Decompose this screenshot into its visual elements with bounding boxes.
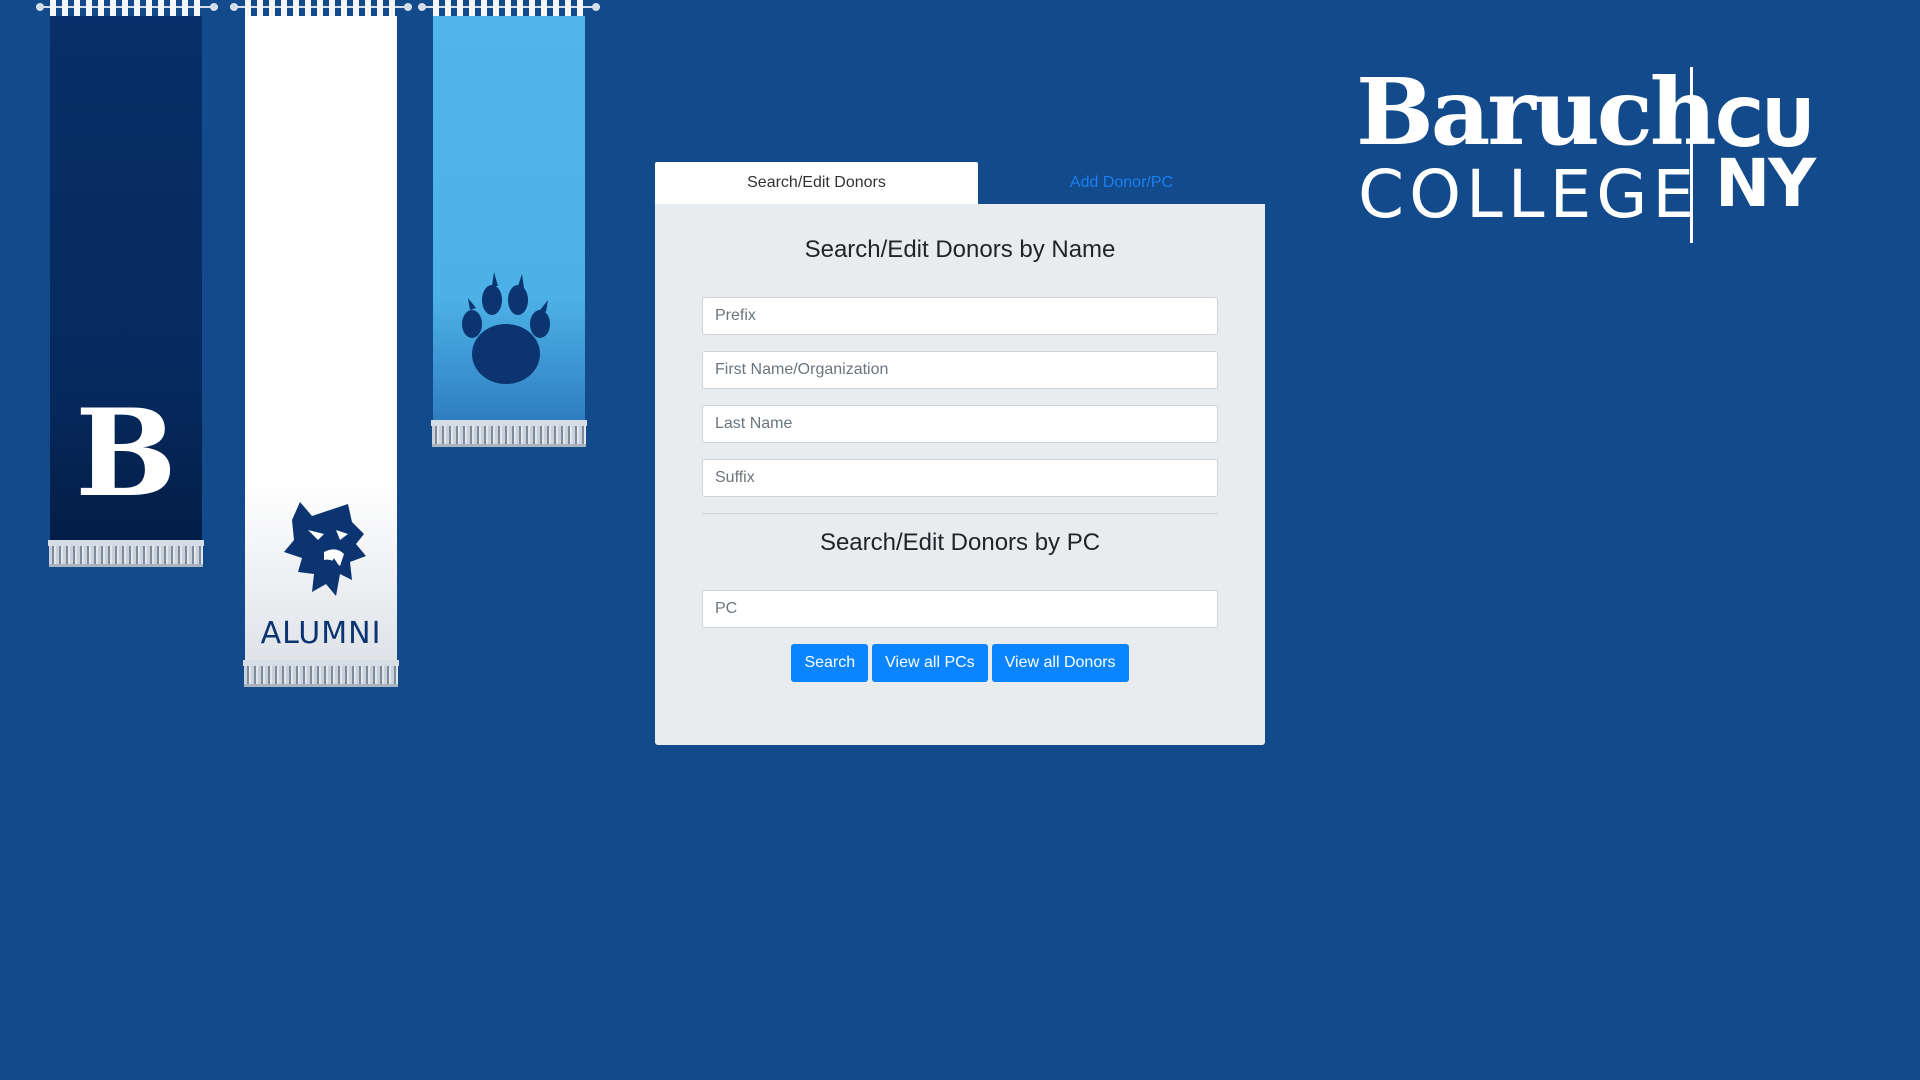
view-all-pcs-button[interactable]: View all PCs bbox=[872, 644, 988, 682]
tab-search-edit-donors[interactable]: Search/Edit Donors bbox=[655, 162, 978, 204]
search-by-name-title: Search/Edit Donors by Name bbox=[804, 236, 1116, 263]
paw-print-icon bbox=[462, 272, 550, 384]
search-button[interactable]: Search bbox=[791, 644, 869, 682]
banner-dark: B bbox=[36, 0, 218, 580]
logo-baruch-text: Baruch bbox=[1356, 58, 1717, 166]
pc-input[interactable] bbox=[702, 590, 1218, 628]
view-all-donors-button[interactable]: View all Donors bbox=[991, 644, 1129, 682]
banner-paw bbox=[418, 0, 600, 460]
bobcat-mascot-icon bbox=[284, 502, 366, 596]
suffix-input[interactable] bbox=[702, 459, 1218, 497]
logo-college-text: COLLEGE bbox=[1358, 156, 1700, 233]
banner-letter: B bbox=[75, 383, 177, 524]
prefix-input[interactable] bbox=[702, 297, 1218, 335]
logo-cuny-line2: NY bbox=[1715, 145, 1816, 222]
section-divider bbox=[702, 513, 1218, 514]
tab-add-donor-pc[interactable]: Add Donor/PC bbox=[978, 162, 1265, 204]
search-panel: Search/Edit Donors by Name Search/Edit D… bbox=[655, 204, 1265, 745]
logo-cuny-text: CU NY bbox=[1715, 91, 1845, 222]
search-by-pc-title: Search/Edit Donors by PC bbox=[819, 529, 1101, 556]
page-root: B ALUMNI Baruch COLLEGE CU NY Search/Edi… bbox=[0, 0, 1920, 1080]
donor-tabs: Search/Edit Donors Add Donor/PC bbox=[655, 162, 1265, 204]
banner-alumni: ALUMNI bbox=[230, 0, 412, 700]
baruch-cuny-logo: Baruch COLLEGE CU NY bbox=[1350, 66, 1850, 246]
action-buttons: Search View all PCs View all Donors bbox=[655, 644, 1265, 682]
last-name-input[interactable] bbox=[702, 405, 1218, 443]
banner-alumni-label: ALUMNI bbox=[260, 616, 382, 651]
first-name-organization-input[interactable] bbox=[702, 351, 1218, 389]
logo-divider bbox=[1690, 67, 1693, 243]
